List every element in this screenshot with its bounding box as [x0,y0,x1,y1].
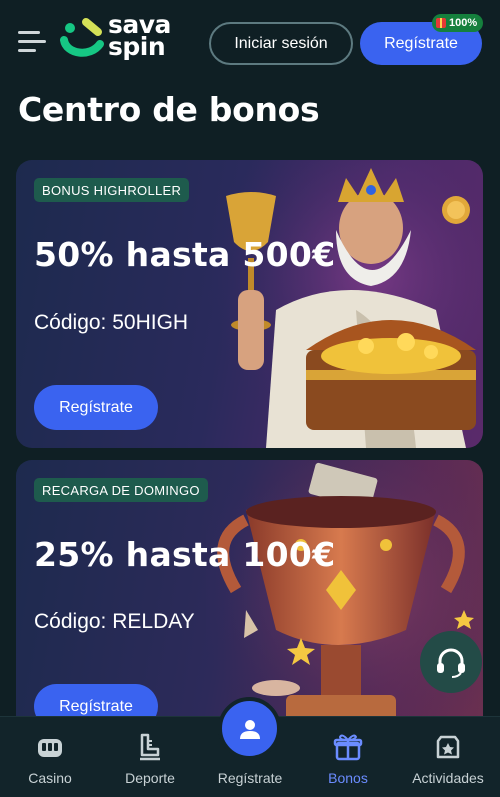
gift-icon [333,734,363,761]
headset-icon [437,648,465,678]
nav-label-register: Regístrate [217,770,283,786]
login-button[interactable]: Iniciar sesión [209,22,353,65]
user-icon [239,719,260,739]
sport-icon [140,733,160,761]
nav-item-activities[interactable]: Actividades [400,717,496,797]
page-title: Centro de bonos [18,90,320,129]
nav-item-sport[interactable]: Deporte [110,717,190,797]
bonus-card-highroller[interactable]: BONUS HIGHROLLER 50% hasta 500€ Código: … [16,160,483,448]
nav-item-bonuses[interactable]: Bonos [310,717,386,797]
bonus-code: Código: RELDAY [34,610,195,633]
header: sava spin Iniciar sesión Regístrate 100% [0,0,500,86]
bonus-register-button[interactable]: Regístrate [34,385,158,430]
activities-icon [436,735,460,759]
bonus-offer: 50% hasta 500€ [34,235,336,274]
bonus-tag: RECARGA DE DOMINGO [34,478,208,502]
bonus-tag: BONUS HIGHROLLER [34,178,190,202]
nav-item-casino[interactable]: Casino [10,717,90,797]
savaspin-logo[interactable]: sava spin [60,12,190,64]
support-button[interactable] [420,631,482,693]
register-badge: 100% [432,14,484,32]
hamburger-menu-icon[interactable] [18,31,46,53]
register-badge-text: 100% [449,17,478,29]
casino-icon [38,739,62,757]
nav-label-activities: Actividades [412,770,484,786]
register-fab-button[interactable] [218,697,281,760]
nav-label-casino: Casino [28,770,72,786]
zeus-treasure-illustration [206,160,483,448]
gift-icon [436,18,446,28]
nav-label-sport: Deporte [125,770,175,786]
bonus-code: Código: 50HIGH [34,311,189,334]
bonus-offer: 25% hasta 100€ [34,535,336,574]
logo-text-line2: spin [108,32,166,61]
nav-label-bonuses: Bonos [328,770,368,786]
logo-mark-icon [60,18,104,57]
